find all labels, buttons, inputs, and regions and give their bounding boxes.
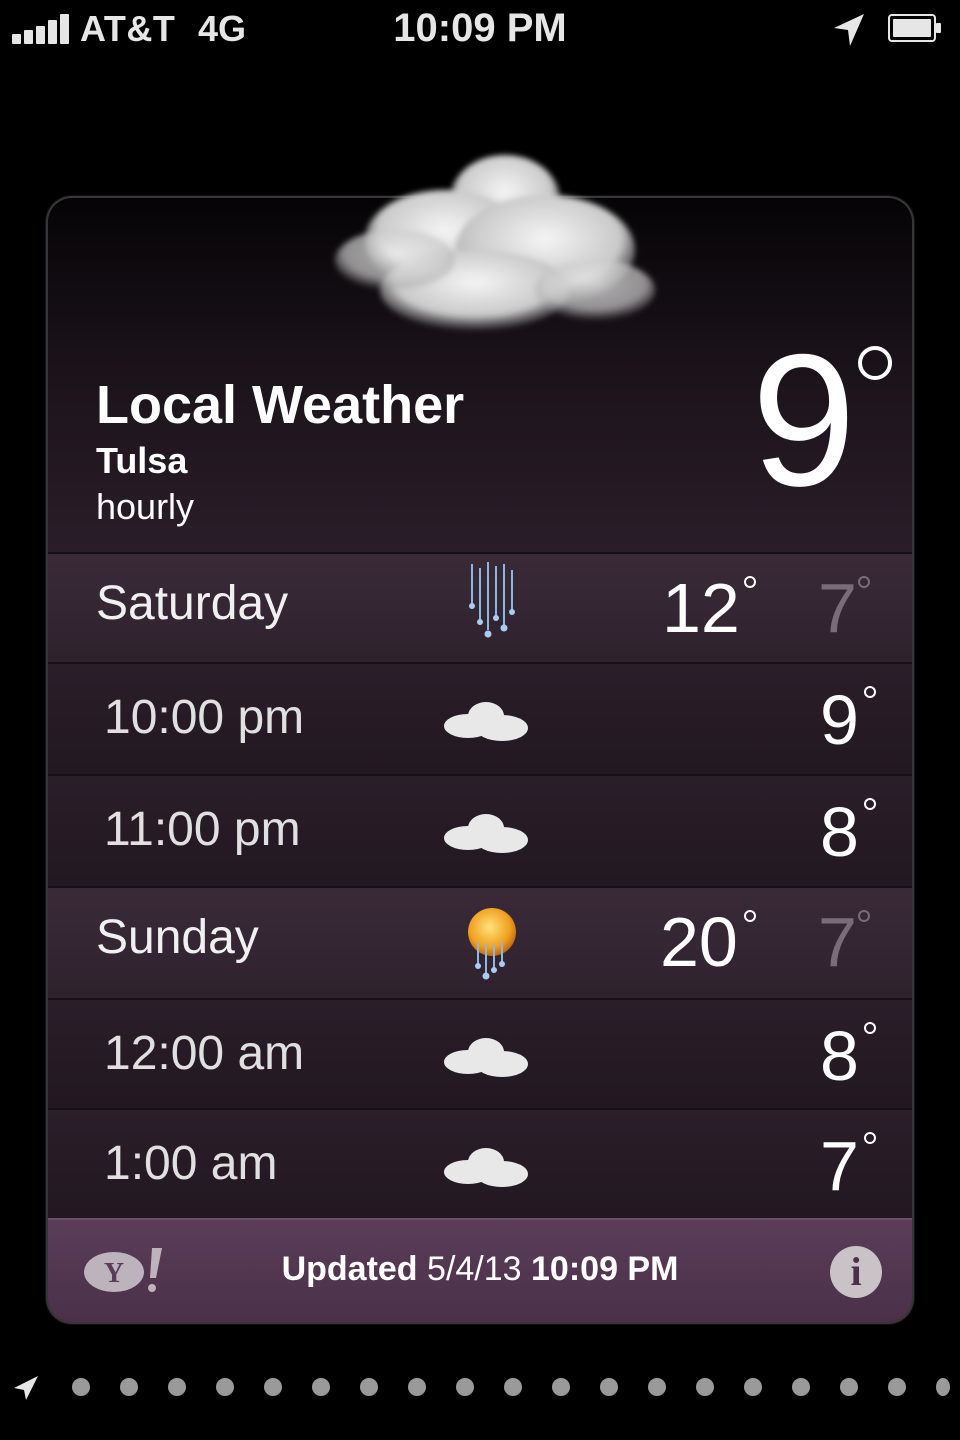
day-label: Sunday	[96, 911, 259, 964]
updated-label: Updated	[281, 1250, 418, 1288]
location-title: Local Weather	[96, 375, 465, 435]
updated-timestamp: Updated 5/4/13 10:09 PM	[48, 1250, 912, 1289]
day-label: Saturday	[96, 577, 289, 630]
page-dot[interactable]	[840, 1378, 858, 1396]
high-temperature: 12	[662, 569, 740, 647]
location-arrow-icon	[834, 14, 864, 46]
hour-label: 12:00 am	[104, 1027, 305, 1080]
hour-row: 11:00 pm 8	[48, 774, 912, 886]
sun-rain-icon	[468, 908, 516, 980]
battery-icon	[888, 14, 941, 42]
hour-label: 1:00 am	[104, 1137, 278, 1190]
cloudy-night-icon	[335, 155, 655, 330]
page-dot[interactable]	[360, 1378, 378, 1396]
page-dot[interactable]	[456, 1378, 474, 1396]
updated-time: 10:09 PM	[531, 1250, 679, 1288]
degree-symbol	[858, 576, 870, 588]
degree-symbol	[858, 346, 892, 380]
page-indicator[interactable]	[0, 1372, 960, 1402]
hour-row: 10:00 pm 9	[48, 662, 912, 774]
temperature: 9	[820, 681, 859, 759]
page-dot[interactable]	[216, 1378, 234, 1396]
hour-label: 11:00 pm	[104, 803, 301, 856]
card-footer: Y Updated 5/4/13 10:09 PM i	[48, 1218, 912, 1322]
low-temperature: 7	[818, 903, 857, 981]
page-dot[interactable]	[600, 1378, 618, 1396]
day-row-saturday: Saturday 12 7	[48, 552, 912, 662]
page-dot[interactable]	[696, 1378, 714, 1396]
page-dot[interactable]	[408, 1378, 426, 1396]
forecast-mode[interactable]: hourly	[96, 486, 194, 528]
page-dot[interactable]	[264, 1378, 282, 1396]
temperature: 8	[820, 1017, 859, 1095]
degree-symbol	[858, 910, 870, 922]
cloud-icon	[444, 1148, 528, 1187]
hour-row: 1:00 am 7	[48, 1108, 912, 1218]
city-name: Tulsa	[96, 440, 188, 481]
page-dot[interactable]	[552, 1378, 570, 1396]
weather-card[interactable]: Local Weather Tulsa hourly 9 Saturday 12…	[48, 198, 912, 1322]
degree-symbol	[864, 1022, 876, 1034]
current-temperature: 9	[751, 315, 856, 525]
page-dot[interactable]	[936, 1378, 950, 1396]
hour-label: 10:00 pm	[104, 691, 305, 744]
cloud-icon	[444, 1038, 528, 1077]
degree-symbol	[864, 798, 876, 810]
day-row-sunday: Sunday 20 7	[48, 886, 912, 998]
high-temperature: 20	[660, 903, 738, 981]
degree-symbol	[744, 576, 756, 588]
page-dot[interactable]	[744, 1378, 762, 1396]
updated-date: 5/4/13	[427, 1250, 522, 1288]
degree-symbol	[864, 1132, 876, 1144]
status-bar: AT&T 4G 10:09 PM	[0, 0, 960, 60]
rain-icon	[469, 562, 515, 638]
degree-symbol	[864, 686, 876, 698]
page-dot[interactable]	[168, 1378, 186, 1396]
page-dot[interactable]	[888, 1378, 906, 1396]
page-dot[interactable]	[648, 1378, 666, 1396]
page-dot[interactable]	[504, 1378, 522, 1396]
temperature: 7	[820, 1127, 859, 1205]
info-icon[interactable]: i	[830, 1246, 882, 1298]
temperature: 8	[820, 793, 859, 871]
location-arrow-icon	[14, 1376, 38, 1400]
page-dot[interactable]	[120, 1378, 138, 1396]
cloud-icon	[444, 814, 528, 853]
page-dot[interactable]	[72, 1378, 90, 1396]
page-dot[interactable]	[792, 1378, 810, 1396]
low-temperature: 7	[818, 569, 857, 647]
status-time: 10:09 PM	[393, 6, 567, 50]
hour-row: 12:00 am 8	[48, 998, 912, 1108]
cloud-icon	[444, 702, 528, 741]
page-dot[interactable]	[312, 1378, 330, 1396]
degree-symbol	[744, 910, 756, 922]
